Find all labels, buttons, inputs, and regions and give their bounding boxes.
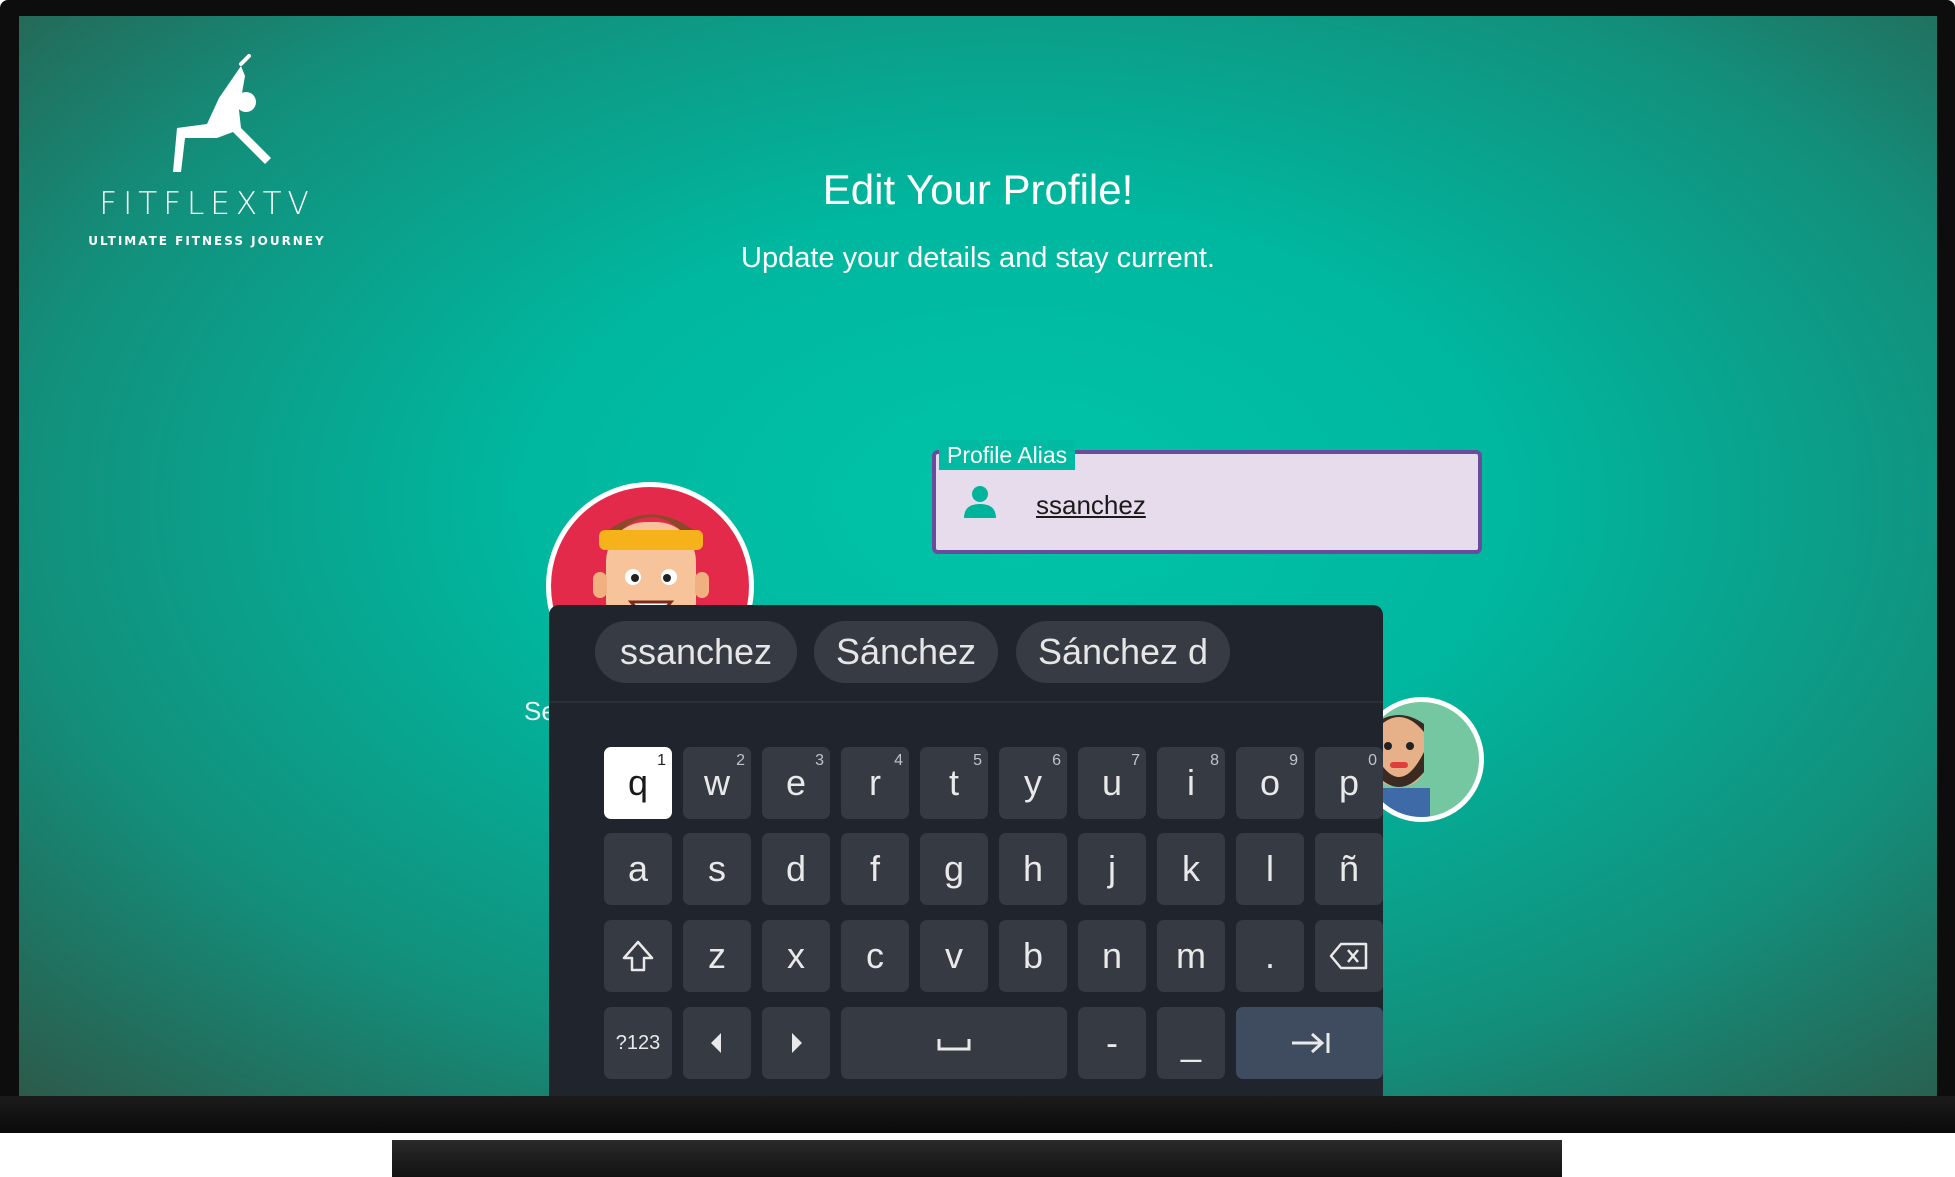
key-x[interactable]: x	[762, 920, 830, 992]
key-j[interactable]: j	[1078, 833, 1146, 905]
key-label: t	[948, 762, 959, 803]
space-bar-icon	[937, 1039, 971, 1051]
tv-stand	[392, 1140, 1562, 1177]
tab-forward-icon	[1291, 1032, 1329, 1054]
key-label: p	[1338, 762, 1360, 803]
key-f[interactable]: f	[841, 833, 909, 905]
key-hint: 9	[1289, 752, 1298, 769]
space-key[interactable]	[841, 1007, 1067, 1079]
caret-left-icon	[711, 1033, 721, 1053]
key-w[interactable]: w 2	[683, 747, 751, 819]
key-p[interactable]: p 0	[1315, 747, 1383, 819]
shift-key[interactable]	[604, 920, 672, 992]
backspace-key[interactable]	[1315, 920, 1383, 992]
key-t[interactable]: t 5	[920, 747, 988, 819]
page-title: Edit Your Profile!	[822, 166, 1134, 213]
key-n[interactable]: n	[1078, 920, 1146, 992]
brand-logo: FITFLEXTV ULTIMATE FITNESS JOURNEY	[57, 54, 357, 264]
suggestion-chip[interactable]: Sánchez	[814, 621, 998, 683]
key-e[interactable]: e 3	[762, 747, 830, 819]
key-hint: 6	[1052, 752, 1061, 769]
key-n-tilde[interactable]: ñ	[1315, 833, 1383, 905]
backspace-icon	[1329, 942, 1368, 970]
key-hint: 8	[1210, 752, 1219, 769]
key-b[interactable]: b	[999, 920, 1067, 992]
key-k[interactable]: k	[1157, 833, 1225, 905]
key-a[interactable]: a	[604, 833, 672, 905]
key-label: r	[869, 762, 881, 803]
key-hint: 0	[1368, 752, 1377, 769]
tv-screen: FITFLEXTV ULTIMATE FITNESS JOURNEY Edit …	[19, 16, 1937, 1096]
key-v[interactable]: v	[920, 920, 988, 992]
key-q[interactable]: q 1	[604, 747, 672, 819]
key-label: o	[1259, 762, 1281, 803]
suggestion-chip[interactable]: Sánchez d	[1016, 621, 1230, 683]
suggestion-bar: ssanchez Sánchez Sánchez d	[549, 605, 1383, 703]
dash-key[interactable]: -	[1078, 1007, 1146, 1079]
page-subtitle: Update your details and stay current.	[741, 242, 1215, 274]
key-hint: 2	[736, 752, 745, 769]
key-hint: 3	[815, 752, 824, 769]
key-period[interactable]: .	[1236, 920, 1304, 992]
profile-alias-value[interactable]: ssanchez	[1036, 490, 1146, 521]
key-h[interactable]: h	[999, 833, 1067, 905]
key-label: q	[627, 762, 649, 803]
key-label: w	[704, 762, 730, 803]
cursor-left-key[interactable]	[683, 1007, 751, 1079]
key-c[interactable]: c	[841, 920, 909, 992]
key-i[interactable]: i 8	[1157, 747, 1225, 819]
yoga-figure-icon	[173, 54, 271, 172]
key-r[interactable]: r 4	[841, 747, 909, 819]
key-o[interactable]: o 9	[1236, 747, 1304, 819]
key-label: e	[785, 762, 807, 803]
key-label: i	[1187, 762, 1195, 803]
key-label: u	[1101, 762, 1123, 803]
key-g[interactable]: g	[920, 833, 988, 905]
key-m[interactable]: m	[1157, 920, 1225, 992]
caret-right-icon	[792, 1033, 802, 1053]
profile-alias-label: Profile Alias	[939, 440, 1076, 470]
on-screen-keyboard: ssanchez Sánchez Sánchez d q 1 w 2 e 3 r…	[549, 605, 1383, 1096]
key-u[interactable]: u 7	[1078, 747, 1146, 819]
key-y[interactable]: y 6	[999, 747, 1067, 819]
key-hint: 4	[894, 752, 903, 769]
shift-arrow-icon	[622, 940, 654, 972]
key-label: y	[1024, 762, 1042, 803]
symbols-key[interactable]: ?123	[604, 1007, 672, 1079]
person-icon	[964, 486, 996, 518]
key-hint: 5	[973, 752, 982, 769]
cursor-right-key[interactable]	[762, 1007, 830, 1079]
key-hint: 1	[657, 752, 666, 769]
key-l[interactable]: l	[1236, 833, 1304, 905]
suggestion-chip[interactable]: ssanchez	[595, 621, 797, 683]
key-d[interactable]: d	[762, 833, 830, 905]
key-hint: 7	[1131, 752, 1140, 769]
underscore-key[interactable]: _	[1157, 1007, 1225, 1079]
key-s[interactable]: s	[683, 833, 751, 905]
key-z[interactable]: z	[683, 920, 751, 992]
tv-chin	[0, 1096, 1955, 1133]
next-field-key[interactable]	[1236, 1007, 1383, 1079]
